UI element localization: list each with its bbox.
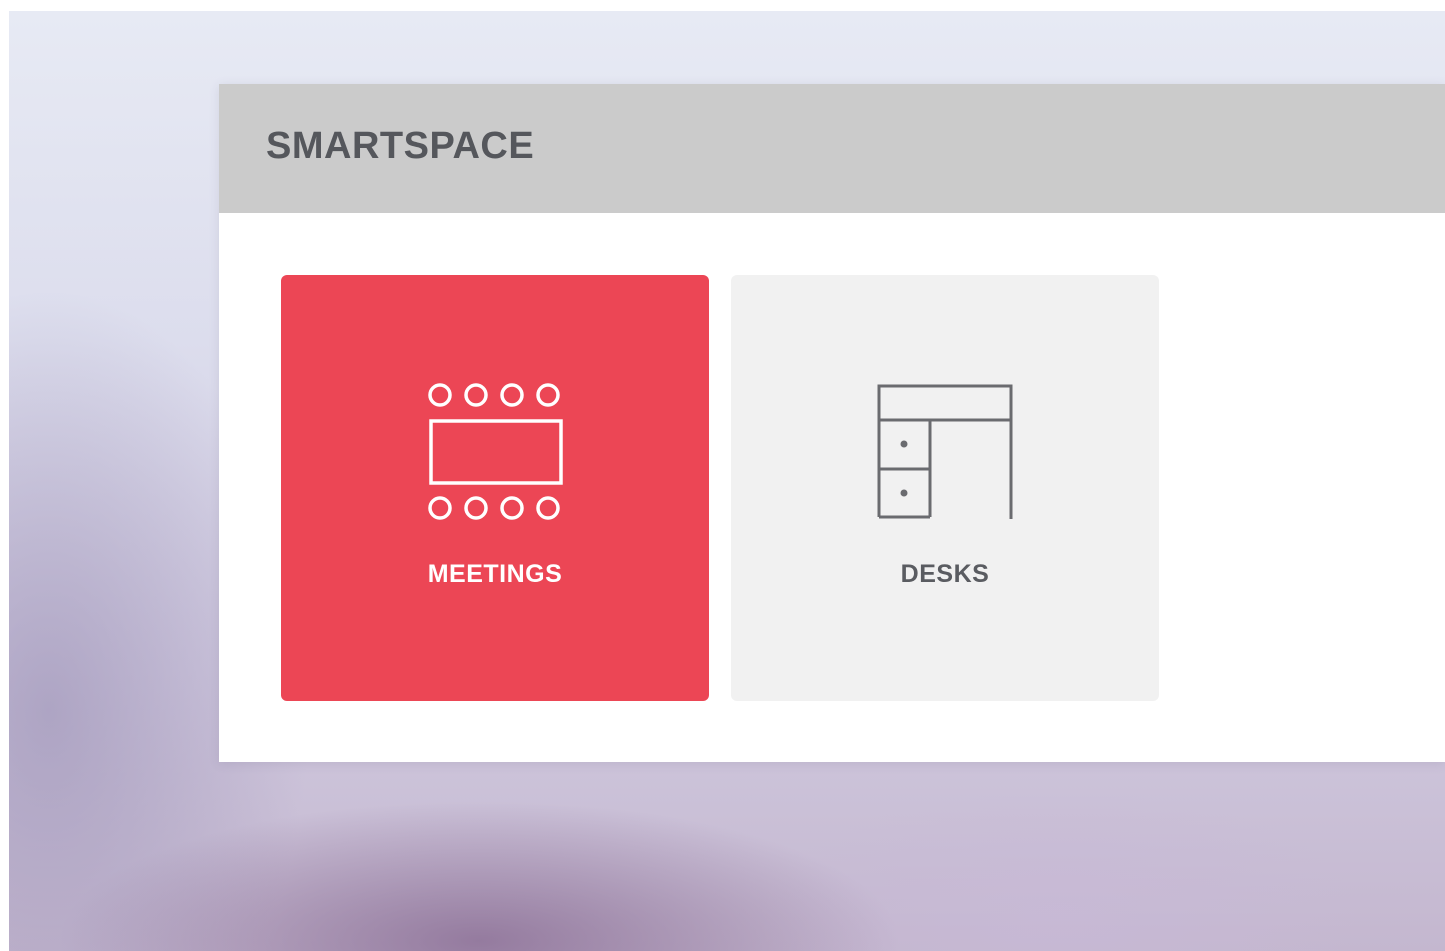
desk-icon — [731, 383, 1159, 521]
panel-header: SMARTSPACE — [219, 84, 1445, 213]
desks-label: DESKS — [900, 560, 990, 588]
meetings-tile[interactable]: MEETINGS — [281, 275, 709, 701]
meetings-label: MEETINGS — [427, 560, 563, 588]
smartspace-panel: SMARTSPACE MEETINGS DESKS — [219, 84, 1445, 762]
app-title: SMARTSPACE — [266, 125, 535, 167]
meeting-table-icon — [281, 379, 709, 521]
desks-tile[interactable]: DESKS — [731, 275, 1159, 701]
